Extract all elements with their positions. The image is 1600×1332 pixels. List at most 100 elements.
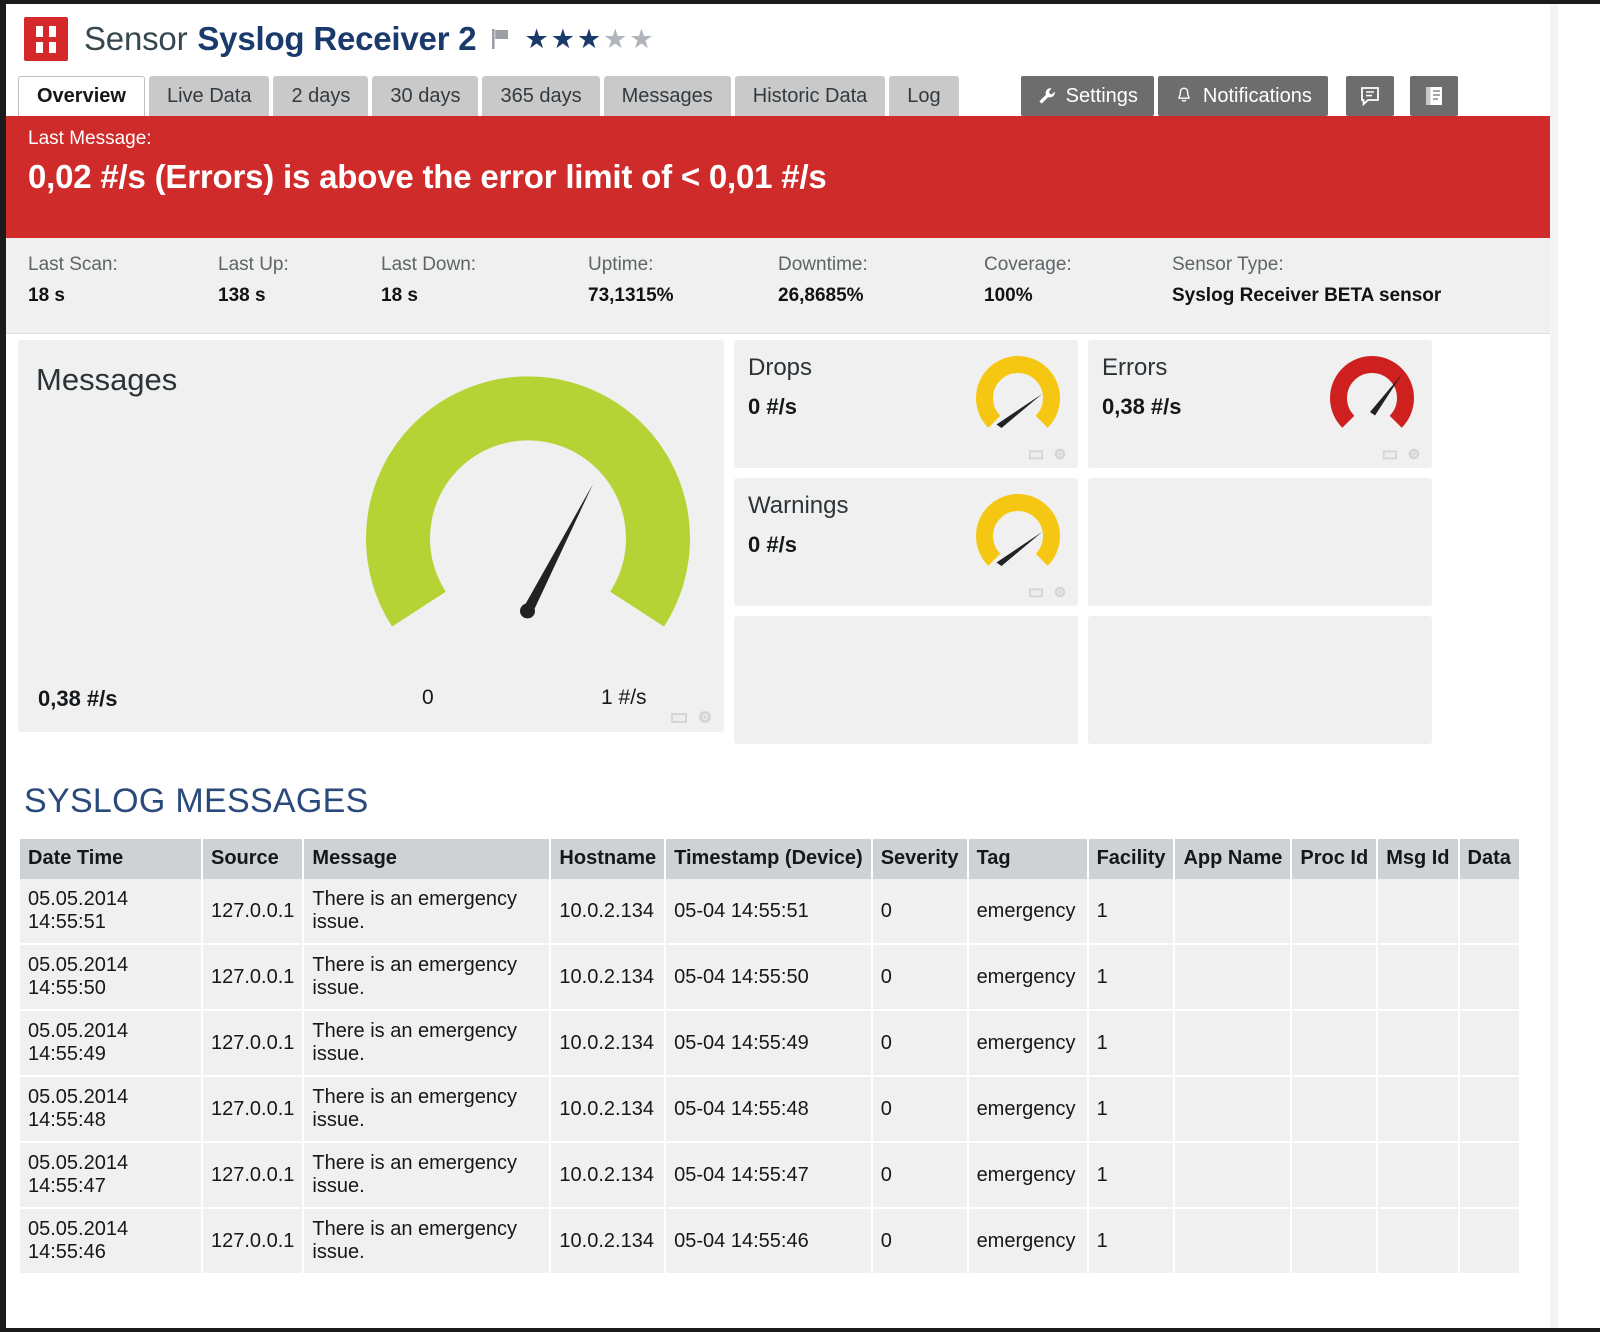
- gauge-card-errors[interactable]: Errors 0,38 #/s: [1088, 340, 1432, 468]
- cell-hostname: 10.0.2.134: [550, 879, 667, 945]
- status-value: 18 s: [28, 285, 65, 306]
- cell-proc-id: [1291, 1142, 1379, 1209]
- tab-label: Overview: [37, 85, 126, 107]
- cell-source: 127.0.0.1: [202, 944, 305, 1011]
- report-button[interactable]: [1409, 76, 1458, 116]
- table-row[interactable]: 05.05.2014 14:55:46 127.0.0.1 There is an …: [20, 1208, 1521, 1275]
- cell-date-time: 05.05.2014 14:55:47: [20, 1142, 203, 1209]
- status-key: Last Up:: [218, 254, 289, 275]
- card-controls[interactable]: [1028, 446, 1068, 462]
- tab-label: 365 days: [500, 84, 582, 107]
- star-filled-icon[interactable]: ★: [551, 25, 575, 53]
- tab-label: 30 days: [390, 84, 461, 107]
- gauge-min-label: 0: [422, 686, 434, 709]
- gauge-footer: 0,38 #/s 0 1 #/s: [18, 686, 724, 714]
- cell-data: [1458, 1076, 1521, 1143]
- star-empty-icon[interactable]: ★: [629, 25, 653, 53]
- cell-message: There is an emergency issue.: [303, 944, 552, 1011]
- column-header-severity[interactable]: Severity: [871, 839, 969, 879]
- column-header-msg-id[interactable]: Msg Id: [1377, 839, 1460, 879]
- chart-icon[interactable]: [1382, 446, 1398, 462]
- column-header-facility[interactable]: Facility: [1087, 839, 1176, 879]
- column-header-hostname[interactable]: Hostname: [550, 839, 667, 879]
- gauge-card-messages[interactable]: Messages 0,38 #/s 0 1 #/s: [18, 340, 724, 732]
- chart-icon[interactable]: [1028, 446, 1044, 462]
- status-key: Coverage:: [984, 254, 1072, 275]
- column-header-message[interactable]: Message: [303, 839, 552, 879]
- cell-msg-id: [1377, 1076, 1460, 1143]
- cell-timestamp-device: 05-04 14:55:49: [665, 1010, 873, 1077]
- star-filled-icon[interactable]: ★: [524, 25, 548, 53]
- cell-severity: 0: [871, 1142, 969, 1209]
- column-header-timestamp-device[interactable]: Timestamp (Device): [665, 839, 873, 879]
- star-filled-icon[interactable]: ★: [577, 25, 601, 53]
- rating-stars[interactable]: ★ ★ ★ ★ ★: [524, 25, 653, 53]
- cell-timestamp-device: 05-04 14:55:50: [665, 944, 873, 1011]
- notebook-icon: [1425, 87, 1442, 105]
- tab-messages[interactable]: Messages: [603, 76, 731, 116]
- star-empty-icon[interactable]: ★: [603, 25, 627, 53]
- cell-timestamp-device: 05-04 14:55:48: [665, 1076, 873, 1143]
- column-header-source[interactable]: Source: [202, 839, 305, 879]
- column-header-tag[interactable]: Tag: [967, 839, 1089, 879]
- table-row[interactable]: 05.05.2014 14:55:51 127.0.0.1 There is an …: [20, 879, 1521, 945]
- cell-tag: emergency: [967, 1010, 1089, 1077]
- tab-2-days[interactable]: 2 days: [273, 76, 369, 116]
- cell-source: 127.0.0.1: [202, 1142, 305, 1209]
- gear-icon[interactable]: [1052, 446, 1068, 462]
- cell-tag: emergency: [967, 879, 1089, 945]
- gauge-card-empty-3: [1088, 616, 1432, 744]
- column-header-app-name[interactable]: App Name: [1174, 839, 1293, 879]
- card-controls[interactable]: [1028, 584, 1068, 600]
- tab-historic-data[interactable]: Historic Data: [734, 76, 886, 116]
- column-header-data[interactable]: Data: [1458, 839, 1521, 879]
- cell-data: [1458, 944, 1521, 1011]
- table-row[interactable]: 05.05.2014 14:55:49 127.0.0.1 There is an …: [20, 1010, 1521, 1077]
- column-header-proc-id[interactable]: Proc Id: [1291, 839, 1379, 879]
- table-row[interactable]: 05.05.2014 14:55:48 127.0.0.1 There is an …: [20, 1076, 1521, 1143]
- cell-proc-id: [1291, 1208, 1379, 1275]
- prtg-sensor-logo: [24, 17, 68, 61]
- tab-overview[interactable]: Overview: [18, 76, 145, 116]
- cell-severity: 0: [871, 1208, 969, 1275]
- page-title-prefix: Sensor: [84, 20, 188, 57]
- cell-timestamp-device: 05-04 14:55:51: [665, 879, 873, 945]
- comment-button[interactable]: [1345, 76, 1394, 116]
- column-header-date-time[interactable]: Date Time: [20, 839, 203, 879]
- syslog-messages-table: Date Time Source Message Hostname Timestamp …: [20, 839, 1521, 1275]
- notifications-button[interactable]: Notifications: [1157, 76, 1328, 116]
- chart-icon[interactable]: [1028, 584, 1044, 600]
- cell-msg-id: [1377, 1208, 1460, 1275]
- last-message-alert: Last Message: 0,02 #/s (Errors) is above…: [6, 116, 1558, 238]
- tab-30-days[interactable]: 30 days: [372, 76, 479, 116]
- cell-proc-id: [1291, 1010, 1379, 1077]
- status-value: Syslog Receiver BETA sensor: [1172, 285, 1442, 306]
- tab-label: Live Data: [166, 84, 252, 107]
- vertical-scrollbar[interactable]: [1550, 4, 1558, 1328]
- alert-label: Last Message:: [28, 128, 152, 149]
- tab-label: Log: [907, 84, 941, 107]
- status-item-uptime: Uptime: 73,1315%: [566, 254, 756, 315]
- status-item-downtime: Downtime: 26,8685%: [756, 254, 962, 315]
- card-controls[interactable]: [1382, 446, 1422, 462]
- gauge-current-value: 0,38 #/s: [38, 686, 118, 711]
- status-value: 138 s: [218, 285, 266, 306]
- cell-severity: 0: [871, 944, 969, 1011]
- tab-live-data[interactable]: Live Data: [148, 76, 270, 116]
- tab-log[interactable]: Log: [889, 76, 959, 116]
- gear-icon[interactable]: [696, 708, 714, 726]
- gauge-card-drops[interactable]: Drops 0 #/s: [734, 340, 1078, 468]
- gauges-column-right: Errors 0,38 #/s: [1088, 340, 1432, 744]
- chart-icon[interactable]: [670, 708, 688, 726]
- settings-button[interactable]: Settings: [1020, 76, 1154, 116]
- table-row[interactable]: 05.05.2014 14:55:50 127.0.0.1 There is an …: [20, 944, 1521, 1011]
- gear-icon[interactable]: [1406, 446, 1422, 462]
- flag-icon[interactable]: [490, 27, 512, 51]
- card-controls[interactable]: [670, 708, 714, 726]
- gear-icon[interactable]: [1052, 584, 1068, 600]
- gauge-card-warnings[interactable]: Warnings 0 #/s: [734, 478, 1078, 606]
- tab-365-days[interactable]: 365 days: [482, 76, 600, 116]
- table-row[interactable]: 05.05.2014 14:55:47 127.0.0.1 There is an …: [20, 1142, 1521, 1209]
- cell-app-name: [1174, 1208, 1293, 1275]
- status-item-last-scan: Last Scan: 18 s: [6, 254, 196, 315]
